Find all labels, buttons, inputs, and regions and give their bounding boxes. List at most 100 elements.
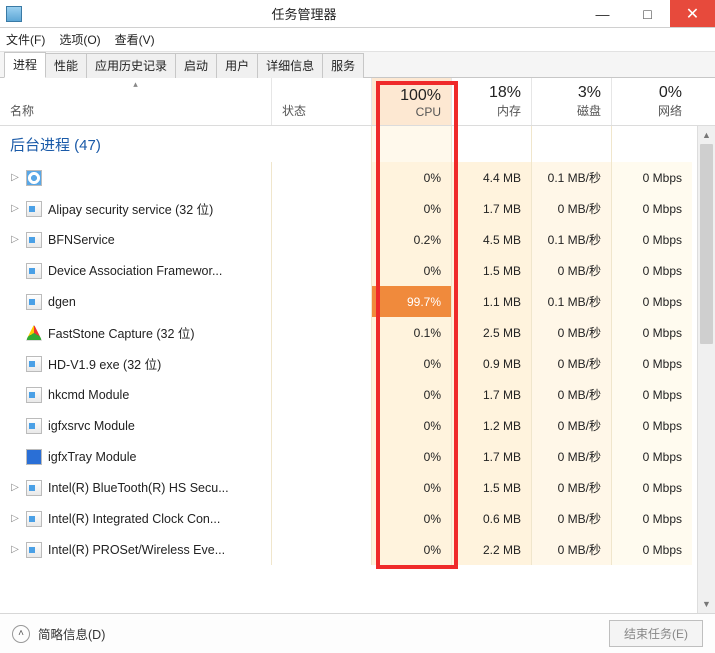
col-cpu[interactable]: 100% CPU [372, 78, 452, 125]
col-cpu-label: CPU [382, 105, 441, 119]
fewer-details[interactable]: ˄ 简略信息(D) [12, 624, 105, 643]
cell-mem: 4.4 MB [452, 162, 532, 193]
cell-mem: 0.9 MB [452, 348, 532, 379]
cell-mem: 1.7 MB [452, 193, 532, 224]
minimize-button[interactable]: — [580, 0, 625, 27]
cell-status [272, 441, 372, 472]
end-task-button[interactable]: 结束任务(E) [609, 620, 703, 647]
process-icon [26, 232, 42, 248]
table-row[interactable]: ▷ 0% 4.4 MB 0.1 MB/秒 0 Mbps [0, 162, 715, 193]
table-row[interactable]: ▷ Intel(R) PROSet/Wireless Eve... 0% 2.2… [0, 534, 715, 565]
cell-net: 0 Mbps [612, 193, 692, 224]
cell-status [272, 317, 372, 348]
process-icon [26, 449, 42, 465]
cell-name: FastStone Capture (32 位) [0, 317, 272, 348]
col-net[interactable]: 0% 网络 [612, 78, 692, 125]
table-row[interactable]: HD-V1.9 exe (32 位) 0% 0.9 MB 0 MB/秒 0 Mb… [0, 348, 715, 379]
process-name: HD-V1.9 exe (32 位) [48, 354, 161, 373]
tab-strip: 进程性能应用历史记录启动用户详细信息服务 [0, 52, 715, 78]
cell-mem: 0.6 MB [452, 503, 532, 534]
cell-cpu: 0% [372, 410, 452, 441]
menu-bar: 文件(F) 选项(O) 查看(V) [0, 28, 715, 52]
col-status[interactable]: 状态 [272, 78, 372, 125]
cell-net: 0 Mbps [612, 348, 692, 379]
table-row[interactable]: igfxsrvc Module 0% 1.2 MB 0 MB/秒 0 Mbps [0, 410, 715, 441]
cell-disk: 0 MB/秒 [532, 503, 612, 534]
process-name: Intel(R) BlueTooth(R) HS Secu... [48, 481, 229, 495]
process-name: igfxsrvc Module [48, 419, 135, 433]
expand-icon[interactable]: ▷ [10, 172, 20, 183]
menu-options[interactable]: 选项(O) [59, 31, 100, 48]
table-row[interactable]: ▷ Intel(R) BlueTooth(R) HS Secu... 0% 1.… [0, 472, 715, 503]
cell-cpu: 0.1% [372, 317, 452, 348]
cell-mem: 1.7 MB [452, 441, 532, 472]
process-icon [26, 418, 42, 434]
title-bar: 任务管理器 — □ ✕ [0, 0, 715, 28]
col-net-label: 网络 [622, 102, 682, 119]
table-row[interactable]: ▷ BFNService 0.2% 4.5 MB 0.1 MB/秒 0 Mbps [0, 224, 715, 255]
scroll-up-icon[interactable]: ▲ [698, 126, 715, 144]
table-row[interactable]: FastStone Capture (32 位) 0.1% 2.5 MB 0 M… [0, 317, 715, 348]
expand-icon[interactable]: ▷ [10, 513, 20, 524]
process-icon [26, 387, 42, 403]
cell-disk: 0 MB/秒 [532, 472, 612, 503]
col-status-label: 状态 [282, 102, 361, 119]
col-disk-pct: 3% [542, 84, 601, 102]
cell-net: 0 Mbps [612, 472, 692, 503]
tab-4[interactable]: 用户 [216, 53, 258, 78]
cell-cpu: 0% [372, 441, 452, 472]
menu-file[interactable]: 文件(F) [6, 31, 45, 48]
cell-status [272, 255, 372, 286]
cell-status [272, 224, 372, 255]
table-row[interactable]: Device Association Framewor... 0% 1.5 MB… [0, 255, 715, 286]
tab-1[interactable]: 性能 [45, 53, 87, 78]
table-row[interactable]: hkcmd Module 0% 1.7 MB 0 MB/秒 0 Mbps [0, 379, 715, 410]
col-disk-label: 磁盘 [542, 102, 601, 119]
cell-status [272, 162, 372, 193]
table-row[interactable]: igfxTray Module 0% 1.7 MB 0 MB/秒 0 Mbps [0, 441, 715, 472]
scroll-thumb[interactable] [700, 144, 713, 344]
close-button[interactable]: ✕ [670, 0, 715, 27]
tab-5[interactable]: 详细信息 [257, 53, 323, 78]
tab-0[interactable]: 进程 [4, 52, 46, 78]
tab-3[interactable]: 启动 [175, 53, 217, 78]
scroll-down-icon[interactable]: ▼ [698, 595, 715, 613]
tab-6[interactable]: 服务 [322, 53, 364, 78]
table-row[interactable]: ▷ Intel(R) Integrated Clock Con... 0% 0.… [0, 503, 715, 534]
group-status [272, 126, 372, 162]
cell-disk: 0.1 MB/秒 [532, 286, 612, 317]
process-name: igfxTray Module [48, 450, 136, 464]
table-row[interactable]: dgen 99.7% 1.1 MB 0.1 MB/秒 0 Mbps [0, 286, 715, 317]
col-net-pct: 0% [622, 84, 682, 102]
expand-icon[interactable]: ▷ [10, 234, 20, 245]
cell-disk: 0 MB/秒 [532, 317, 612, 348]
col-name-label: 名称 [10, 102, 261, 119]
process-icon [26, 201, 42, 217]
expand-icon[interactable]: ▷ [10, 203, 20, 214]
cell-mem: 1.5 MB [452, 255, 532, 286]
cell-net: 0 Mbps [612, 503, 692, 534]
table-row[interactable]: ▷ Alipay security service (32 位) 0% 1.7 … [0, 193, 715, 224]
cell-status [272, 379, 372, 410]
cell-cpu: 0% [372, 379, 452, 410]
columns-header: ▴ 名称 状态 100% CPU 18% 内存 3% 磁盘 0% 网络 [0, 78, 715, 126]
col-mem[interactable]: 18% 内存 [452, 78, 532, 125]
menu-view[interactable]: 查看(V) [115, 31, 155, 48]
vertical-scrollbar[interactable]: ▲ ▼ [697, 126, 715, 613]
maximize-button[interactable]: □ [625, 0, 670, 27]
col-name[interactable]: ▴ 名称 [0, 78, 272, 125]
tab-2[interactable]: 应用历史记录 [86, 53, 176, 78]
cell-name: igfxTray Module [0, 441, 272, 472]
group-net [612, 126, 692, 162]
process-name: hkcmd Module [48, 388, 129, 402]
expand-icon[interactable]: ▷ [10, 482, 20, 493]
app-icon [6, 6, 22, 22]
cell-disk: 0.1 MB/秒 [532, 224, 612, 255]
cell-mem: 1.7 MB [452, 379, 532, 410]
cell-name: ▷ Intel(R) PROSet/Wireless Eve... [0, 534, 272, 565]
cell-net: 0 Mbps [612, 162, 692, 193]
cell-mem: 1.1 MB [452, 286, 532, 317]
col-disk[interactable]: 3% 磁盘 [532, 78, 612, 125]
expand-icon[interactable]: ▷ [10, 544, 20, 555]
group-header[interactable]: 后台进程 (47) [0, 126, 272, 162]
